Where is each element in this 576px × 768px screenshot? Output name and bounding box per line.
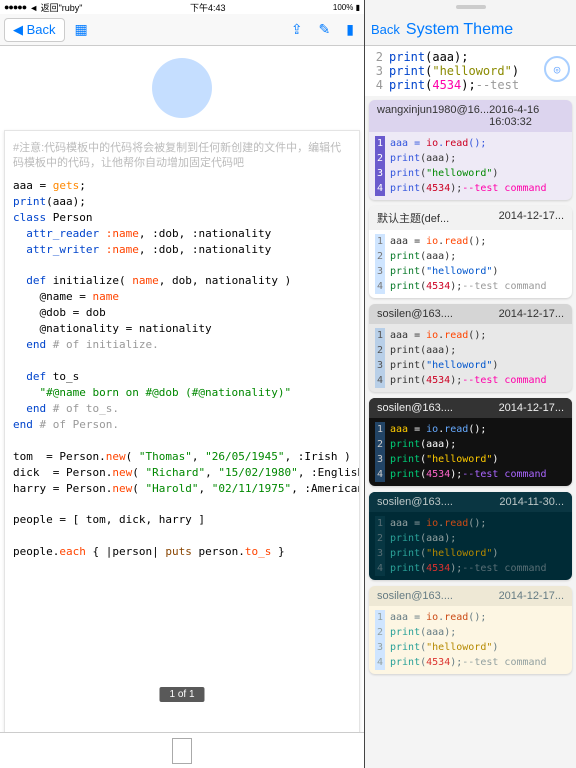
left-pane: ●●●●● ◄ 返回"ruby" 下午4:43 100% ▮ ◀ Back ▦ … (0, 0, 365, 768)
right-pane: Back System Theme 2print(aaa); 3print("h… (365, 0, 576, 768)
back-button[interactable]: Back (371, 22, 400, 37)
theme-card[interactable]: wangxinjun1980@16...2016-4-16 16:03:321a… (369, 100, 572, 200)
share-icon[interactable]: ⇪ (285, 18, 309, 41)
left-toolbar: ◀ Back ▦ ⇪ ✎ ▮ (0, 14, 364, 46)
signal-icon: ●●●●● (4, 2, 26, 12)
edit-icon[interactable]: ✎ (313, 18, 337, 41)
circle-button[interactable]: ◎ (544, 56, 570, 82)
card-body: 1aaa = io.read();2print(aaa);3print("hel… (369, 230, 572, 298)
code-block: aaa = gets; print(aaa); class Person att… (13, 178, 351, 561)
card-header: sosilen@163....2014-11-30... (369, 492, 572, 512)
back-button[interactable]: ◀ Back (4, 18, 65, 42)
right-header: Back System Theme (365, 14, 576, 46)
hint-text: #注意:代码模板中的代码将会被复制到任何新创建的文件中，编辑代码模板中的代码，让… (13, 141, 351, 172)
card-body: 1aaa = io.read();2print(aaa);3print("hel… (369, 418, 572, 486)
document-page[interactable]: #注意:代码模板中的代码将会被复制到任何新创建的文件中，编辑代码模板中的代码，让… (4, 130, 360, 732)
back-app[interactable]: ◄ 返回"ruby" (29, 1, 82, 14)
theme-preview: 2print(aaa); 3print("helloword") 4print(… (365, 46, 576, 96)
card-body: 1aaa = io.read();2print(aaa);3print("hel… (369, 324, 572, 392)
theme-card[interactable]: sosilen@163....2014-12-17...1aaa = io.re… (369, 586, 572, 674)
thumbnail-strip (0, 732, 364, 768)
card-header: sosilen@163....2014-12-17... (369, 398, 572, 418)
card-header: sosilen@163....2014-12-17... (369, 586, 572, 606)
bookmark-icon[interactable]: ▮ (340, 18, 360, 41)
content-area: #注意:代码模板中的代码将会被复制到任何新创建的文件中，编辑代码模板中的代码，让… (0, 46, 364, 732)
theme-card[interactable]: 默认主题(def...2014-12-17...1aaa = io.read()… (369, 206, 572, 298)
status-notch (365, 0, 576, 14)
theme-card[interactable]: sosilen@163....2014-12-17...1aaa = io.re… (369, 304, 572, 392)
theme-cards[interactable]: wangxinjun1980@16...2016-4-16 16:03:321a… (365, 96, 576, 768)
card-body: 1aaa = io.read();2print(aaa);3print("hel… (369, 132, 572, 200)
theme-card[interactable]: sosilen@163....2014-12-17...1aaa = io.re… (369, 398, 572, 486)
page-indicator-dot (152, 58, 212, 118)
status-bar: ●●●●● ◄ 返回"ruby" 下午4:43 100% ▮ (0, 0, 364, 14)
page-indicator: 1 of 1 (159, 687, 204, 702)
page-thumbnail[interactable] (172, 738, 192, 764)
card-header: 默认主题(def...2014-12-17... (369, 206, 572, 230)
page-title: System Theme (406, 21, 513, 39)
battery-icon: 100% ▮ (333, 3, 360, 12)
theme-card[interactable]: sosilen@163....2014-11-30...1aaa = io.re… (369, 492, 572, 580)
card-header: wangxinjun1980@16...2016-4-16 16:03:32 (369, 100, 572, 132)
card-header: sosilen@163....2014-12-17... (369, 304, 572, 324)
status-time: 下午4:43 (190, 1, 226, 14)
grid-icon[interactable]: ▦ (69, 18, 94, 41)
card-body: 1aaa = io.read();2print(aaa);3print("hel… (369, 512, 572, 580)
card-body: 1aaa = io.read();2print(aaa);3print("hel… (369, 606, 572, 674)
